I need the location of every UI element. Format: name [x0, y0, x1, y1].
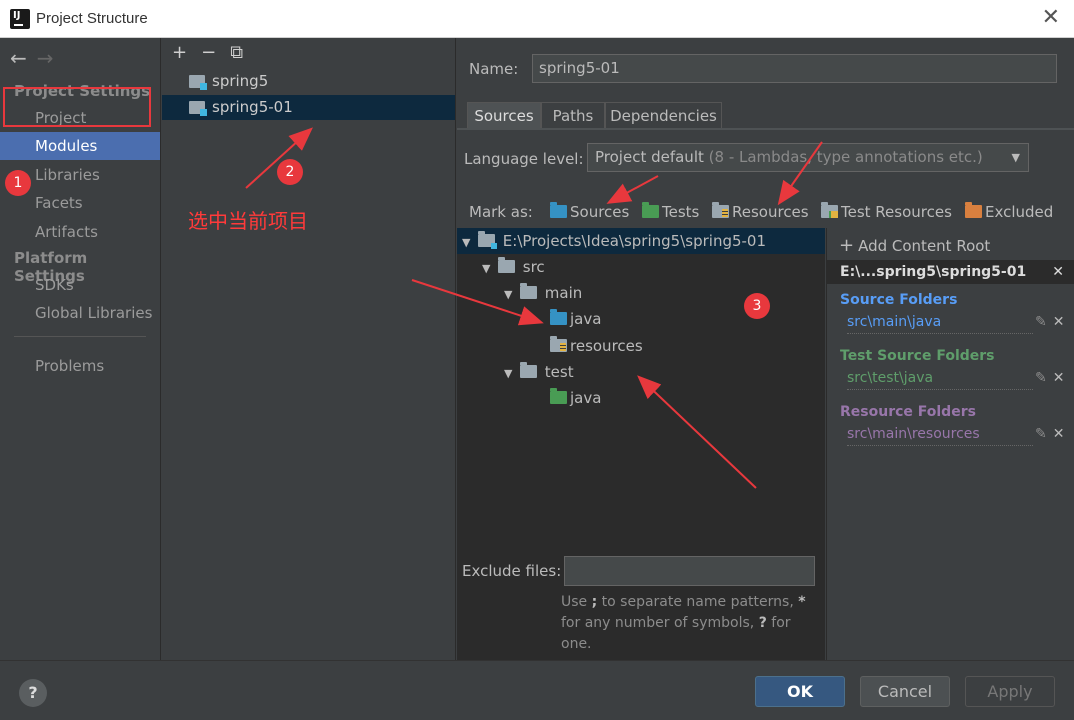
- module-toolbar: + − ⧉: [172, 42, 257, 63]
- source-folder-actions: ✎ ✕: [1035, 314, 1064, 330]
- resource-folder-path: src\main\resources: [847, 426, 1033, 446]
- cancel-button[interactable]: Cancel: [860, 676, 950, 707]
- close-icon[interactable]: ✕: [1042, 7, 1060, 29]
- language-level-label: Language level:: [464, 150, 584, 168]
- remove-icon[interactable]: ✕: [1053, 370, 1065, 386]
- sidebar-item-facets[interactable]: Facets: [0, 189, 160, 217]
- ok-button[interactable]: OK: [755, 676, 845, 707]
- sources-folder-icon: [550, 309, 567, 325]
- edit-icon[interactable]: ✎: [1035, 314, 1047, 330]
- chevron-down-icon: ▼: [1011, 151, 1020, 164]
- test-source-folders-title: Test Source Folders: [840, 348, 995, 364]
- sidebar-item-modules[interactable]: Modules: [0, 132, 160, 160]
- module-folder-icon: [478, 231, 497, 249]
- tab-dependencies[interactable]: Dependencies: [605, 102, 722, 129]
- excluded-folder-icon: [965, 202, 982, 218]
- tree-node-test-java[interactable]: java: [550, 385, 601, 411]
- add-icon[interactable]: +: [172, 42, 187, 63]
- expand-triangle-icon[interactable]: ▼: [462, 230, 478, 256]
- exclude-files-input[interactable]: [564, 556, 815, 586]
- sources-folder-icon: [550, 202, 567, 218]
- tree-node-src[interactable]: ▼ src: [482, 254, 545, 280]
- expand-triangle-icon[interactable]: ▼: [482, 256, 498, 282]
- remove-root-icon[interactable]: ✕: [1052, 260, 1064, 284]
- divider: [14, 336, 146, 337]
- module-item-spring5[interactable]: spring5: [162, 69, 455, 94]
- mark-sources-button[interactable]: Sources: [550, 201, 629, 223]
- test-folder-actions: ✎ ✕: [1035, 370, 1064, 386]
- forward-arrow-icon[interactable]: →: [37, 46, 54, 70]
- module-name-input[interactable]: spring5-01: [532, 54, 1057, 83]
- sidebar-item-sdks[interactable]: SDKs: [0, 271, 160, 299]
- expand-triangle-icon[interactable]: ▼: [504, 282, 520, 308]
- sidebar-item-artifacts[interactable]: Artifacts: [0, 218, 160, 246]
- module-icon: [189, 75, 207, 90]
- title-bar: IJ Project Structure ✕: [0, 0, 1074, 38]
- tree-node-root[interactable]: ▼ E:\Projects\Idea\spring5\spring5-01: [457, 228, 825, 254]
- copy-icon[interactable]: ⧉: [230, 42, 243, 63]
- tree-node-test[interactable]: ▼ test: [504, 359, 574, 385]
- module-detail-panel: Name: spring5-01 Sources Paths Dependenc…: [457, 38, 1074, 660]
- module-icon: [189, 101, 207, 116]
- source-folders-title: Source Folders: [840, 292, 958, 308]
- folder-icon: [520, 283, 537, 299]
- mark-excluded-button[interactable]: Excluded: [965, 201, 1053, 223]
- language-level-select[interactable]: Project default (8 - Lambdas, type annot…: [587, 143, 1029, 172]
- remove-icon[interactable]: −: [201, 42, 216, 63]
- edit-icon[interactable]: ✎: [1035, 426, 1047, 442]
- remove-icon[interactable]: ✕: [1053, 426, 1065, 442]
- tab-underline: [457, 128, 1074, 130]
- add-content-root-button[interactable]: + Add Content Root: [839, 235, 990, 256]
- remove-icon[interactable]: ✕: [1053, 314, 1065, 330]
- tree-node-main[interactable]: ▼ main: [504, 280, 582, 306]
- back-arrow-icon[interactable]: ←: [10, 46, 27, 70]
- content-root-header: E:\...spring5\spring5-01 ✕: [827, 260, 1074, 284]
- name-label: Name:: [469, 60, 519, 78]
- window-title: Project Structure: [36, 10, 148, 27]
- sidebar-item-problems[interactable]: Problems: [0, 352, 160, 380]
- plus-icon: +: [839, 235, 855, 256]
- nav-arrows: ← →: [10, 46, 54, 70]
- apply-button[interactable]: Apply: [965, 676, 1055, 707]
- tab-sources[interactable]: Sources: [467, 102, 541, 129]
- tree-node-main-java[interactable]: java: [550, 306, 601, 332]
- resource-folders-title: Resource Folders: [840, 404, 976, 420]
- module-list-panel: + − ⧉ spring5 spring5-01: [162, 38, 456, 660]
- module-item-spring5-01[interactable]: spring5-01: [162, 95, 455, 120]
- sidebar-item-global-libraries[interactable]: Global Libraries: [0, 299, 160, 327]
- content-roots-panel: + Add Content Root E:\...spring5\spring5-…: [826, 228, 1074, 660]
- sidebar-item-libraries[interactable]: Libraries: [0, 161, 160, 189]
- resource-folder-actions: ✎ ✕: [1035, 426, 1064, 442]
- exclude-files-label: Exclude files:: [462, 562, 562, 580]
- settings-sidebar: ← → Project Settings Project Modules Libr…: [0, 38, 161, 660]
- expand-triangle-icon[interactable]: ▼: [504, 361, 520, 387]
- help-button[interactable]: ?: [19, 679, 47, 707]
- tree-node-main-resources[interactable]: resources: [550, 333, 643, 359]
- mark-as-label: Mark as:: [469, 203, 533, 221]
- resources-folder-icon: [712, 202, 729, 218]
- tests-folder-icon: [642, 202, 659, 218]
- intellij-logo-icon: IJ: [8, 7, 32, 31]
- tests-folder-icon: [550, 388, 567, 404]
- mark-resources-button[interactable]: Resources: [712, 201, 809, 223]
- exclude-hint: Use ; to separate name patterns, * for a…: [561, 594, 806, 652]
- test-resources-folder-icon: [821, 202, 838, 218]
- source-folder-path: src\main\java: [847, 314, 1033, 334]
- resources-folder-icon: [550, 336, 567, 352]
- mark-test-resources-button[interactable]: Test Resources: [821, 201, 952, 223]
- folder-icon: [498, 257, 515, 273]
- tab-paths[interactable]: Paths: [541, 102, 605, 129]
- folder-icon: [520, 362, 537, 378]
- dialog-button-bar: ? OK Cancel Apply: [0, 660, 1074, 720]
- test-folder-path: src\test\java: [847, 370, 1033, 390]
- edit-icon[interactable]: ✎: [1035, 370, 1047, 386]
- mark-tests-button[interactable]: Tests: [642, 201, 699, 223]
- annotation-highlight-box: [3, 87, 151, 127]
